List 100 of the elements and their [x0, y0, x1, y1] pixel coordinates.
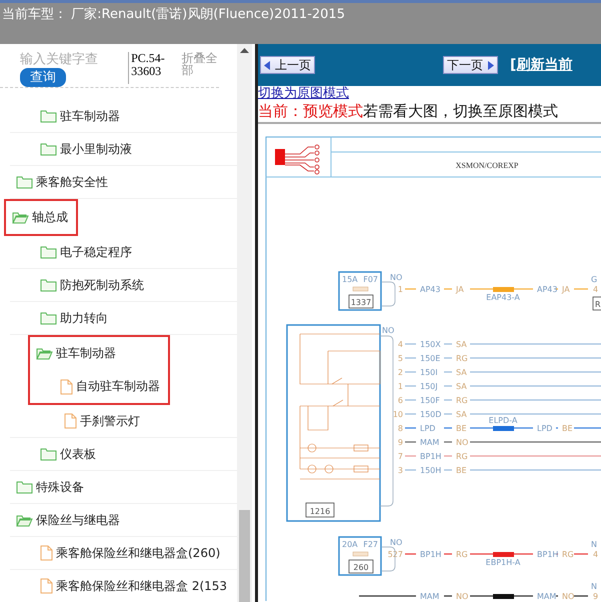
wire-code: BP1H [420, 452, 442, 461]
code-label: PC.54-33603 [128, 52, 178, 84]
fuse-rating: 20A [342, 540, 358, 549]
pin-number: 5 [398, 354, 403, 363]
box-number: 1216 [306, 502, 334, 518]
tree-item-label[interactable]: 轴总成 [32, 209, 68, 226]
tree-item-label[interactable]: 乘客舱保险丝和继电器盒(260) [56, 544, 220, 562]
wire-code: 150I [420, 368, 438, 377]
wire-code: 150J [420, 382, 438, 391]
tree-item-label[interactable]: 仪表板 [60, 446, 96, 462]
scrollbar-thumb[interactable] [239, 510, 250, 602]
tree-item-label[interactable]: 驻车制动器 [56, 345, 116, 362]
connector-label: ELPD-A [488, 416, 518, 425]
pin-number: 7 [398, 452, 403, 461]
document-icon [40, 545, 53, 561]
tree-item-label[interactable]: 乘客舱保险丝和继电器盒 2(153 [56, 578, 228, 594]
wire-color-code: JA [456, 285, 464, 294]
side-label: G [591, 275, 598, 284]
wire-color-code: SA [456, 368, 467, 377]
document-icon [64, 413, 77, 429]
wire-code: AP43 [537, 285, 558, 294]
wire-color-code: JA [562, 285, 570, 294]
wire-color-code: BE [562, 424, 573, 433]
wire-color-code: RG [456, 452, 468, 461]
tree-item-label[interactable]: 防抱死制动系统 [60, 276, 144, 294]
fuse-code: F27 [363, 540, 378, 549]
side-label: NO [382, 326, 394, 335]
refresh-link[interactable]: [刷新当前 [510, 56, 572, 74]
document-icon [40, 578, 53, 594]
wire-color-code: NO [456, 438, 468, 447]
pin-number: 4 [398, 340, 403, 349]
side-label: N [591, 540, 597, 549]
pin-number: 4 [593, 285, 598, 294]
wire-code: LPD [537, 424, 552, 433]
switch-mode-link[interactable]: 切换为原图模式 [258, 86, 601, 102]
connector-bracket [382, 282, 396, 306]
tree-item-label[interactable]: 最小里制动液 [60, 140, 132, 158]
pin-number: 4 [593, 550, 598, 559]
box-number: 1337 [348, 294, 374, 308]
diagram-title: XSMON/COREXP [456, 161, 518, 170]
wire-color-code: RG [562, 550, 574, 559]
tree-item-label[interactable]: 助力转向 [60, 310, 108, 326]
wire-color-code: RG [456, 550, 468, 559]
wire-color-code: SA [456, 410, 467, 419]
connector-symbol-icon [275, 144, 320, 174]
fuse-rating: 15A [342, 275, 358, 284]
pin-number: 9 [593, 592, 598, 601]
wire-code: BP1H [420, 550, 442, 559]
wire-code: LPD [420, 424, 436, 433]
next-page-button[interactable]: 下一页 [443, 56, 498, 74]
fuse-box [338, 536, 382, 576]
wire-code: 150D [420, 410, 442, 419]
pin-number: 6 [398, 396, 403, 405]
wire-code: 150H [420, 466, 442, 475]
side-label: NO [390, 538, 402, 547]
tree-item-label[interactable]: 特殊设备 [36, 478, 84, 496]
wire-color-code: BE [456, 424, 467, 433]
wire-color-code: NO [456, 592, 468, 601]
tree-item-label[interactable]: 保险丝与继电器 [36, 512, 120, 528]
right-arrow-icon [487, 60, 494, 70]
connector-label: EAP43-A [486, 293, 520, 302]
wire-code: MAM [537, 592, 556, 601]
pin-number: 1 [398, 285, 403, 294]
fuse-icon [352, 552, 368, 556]
fuse-box [338, 271, 382, 311]
wire-code: 150X [420, 340, 441, 349]
wire-code: AP43 [420, 285, 440, 294]
wire-code: MAM [420, 438, 440, 447]
wire-code: MAM [420, 592, 440, 601]
pin-number: 2 [398, 368, 403, 377]
connector-label: EBP1H-A [486, 558, 520, 567]
wire-color-code: BE [456, 466, 467, 475]
pin-number: 3 [398, 466, 403, 475]
wire-code: 150E [420, 354, 440, 363]
tree-item-label[interactable]: 自动驻车制动器 [76, 378, 160, 395]
window-title: 当前车型： 厂家:Renault(雷诺)风朗(Fluence)2011-2015 [1, 6, 345, 23]
tree-item-label[interactable]: 乘客舱安全性 [36, 174, 108, 190]
wire-code: BP1H [537, 550, 558, 559]
wire-code: 150F [420, 396, 440, 405]
previous-page-button[interactable]: 上一页 [260, 56, 315, 74]
pin-number: 9 [398, 438, 403, 447]
scroll-up-icon[interactable] [240, 48, 249, 53]
tree-item-label[interactable]: 手刹警示灯 [80, 412, 140, 430]
wire-color-code: SA [456, 340, 467, 349]
document-icon [60, 378, 73, 394]
fuse-icon [352, 286, 368, 292]
left-arrow-icon [264, 60, 271, 70]
search-field[interactable]: 输入关键字查 [20, 52, 110, 67]
wire-color-code: RG [456, 396, 468, 405]
pin-number: 1 [398, 382, 403, 391]
pin-number: 8 [398, 424, 403, 433]
wire-color-code: SA [456, 382, 467, 391]
fuse-code: F07 [363, 275, 378, 284]
mode-hint: 若需看大图，切换至原图模式 [363, 102, 558, 120]
side-label: N [591, 582, 597, 591]
tree-item-label[interactable]: 驻车制动器 [60, 108, 120, 124]
search-button[interactable]: 查询 [20, 68, 66, 87]
box-number: 260 [348, 560, 374, 574]
pin-number: 10 [392, 410, 403, 419]
tree-item-label[interactable]: 电子稳定程序 [60, 244, 132, 260]
